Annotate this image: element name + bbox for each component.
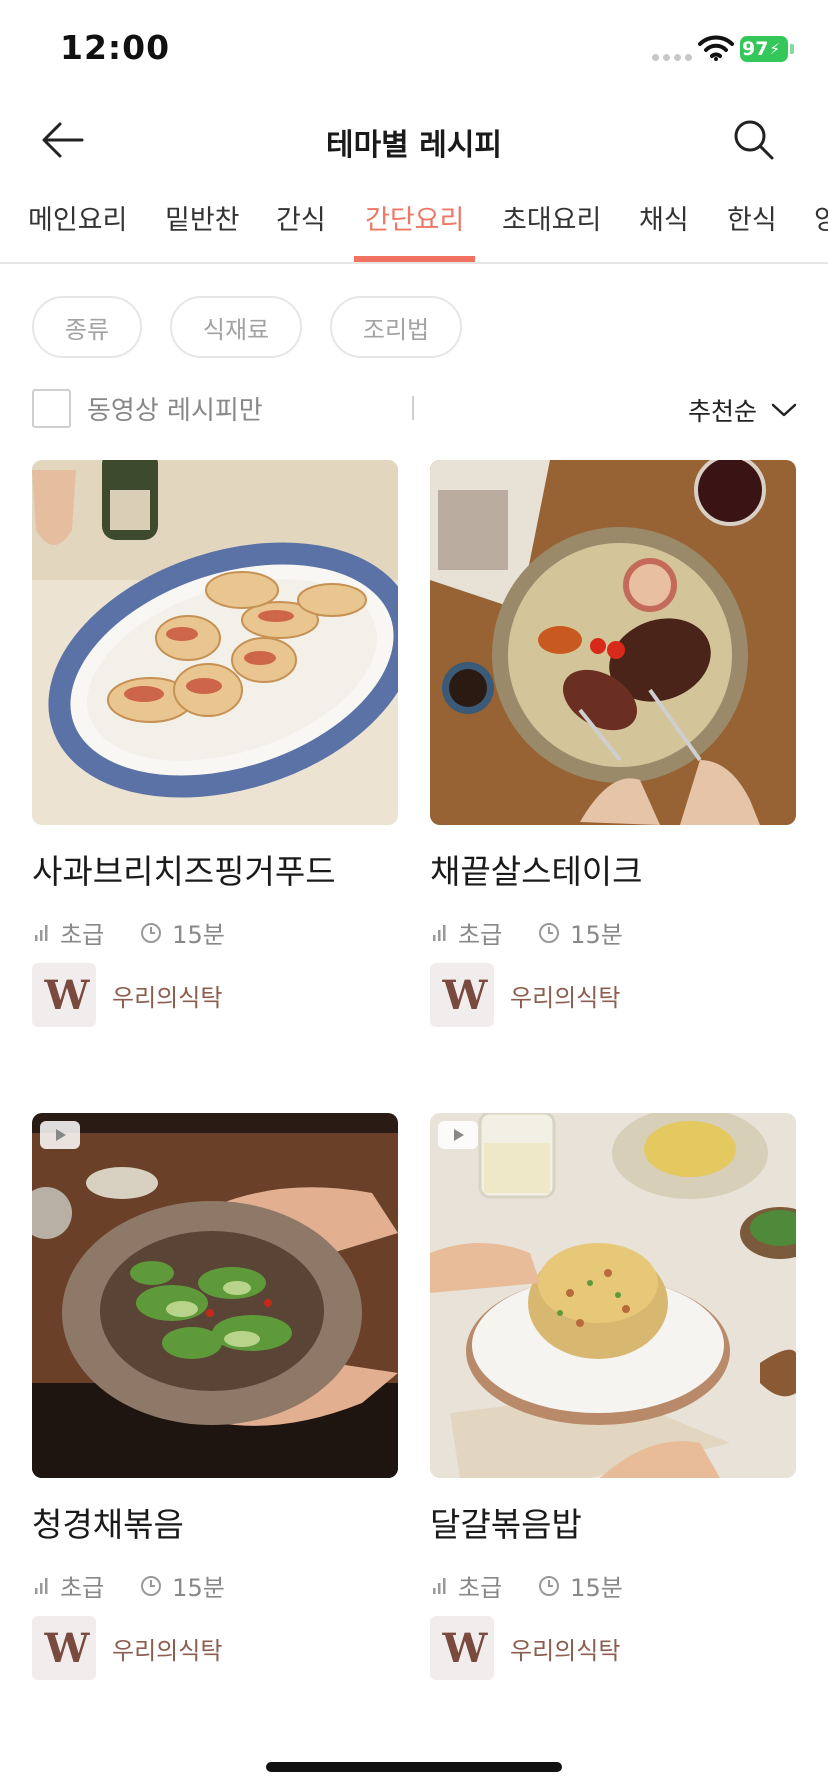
level-bars-icon — [433, 924, 446, 941]
level-bars-icon — [433, 1577, 446, 1594]
level-bars-icon — [35, 1577, 48, 1594]
recipe-meta: 초급 15분 — [34, 915, 225, 950]
tab-side-dish[interactable]: 밑반찬 — [165, 198, 240, 262]
filter-chip-ingredient[interactable]: 식재료 — [170, 296, 302, 358]
filter-chip-type[interactable]: 종류 — [32, 296, 142, 358]
video-only-label: 동영상 레시피만 — [87, 396, 263, 426]
video-badge — [40, 1121, 80, 1149]
chevron-down-icon — [771, 403, 797, 417]
home-indicator[interactable] — [266, 1762, 562, 1772]
author-logo: W — [32, 963, 96, 1027]
status-bar: 12:00 97 ⚡ — [0, 0, 828, 100]
cellular-signal-icon — [652, 54, 692, 61]
tab-vegetarian[interactable]: 채식 — [639, 198, 689, 262]
author-name: 우리의식탁 — [510, 1636, 621, 1665]
author-name: 우리의식탁 — [510, 983, 621, 1012]
page-title: 테마별 레시피 — [325, 128, 503, 163]
battery-level: 97 — [742, 38, 769, 60]
recipe-level: 초급 — [458, 1574, 503, 1602]
clock-icon — [539, 922, 560, 943]
sort-dropdown[interactable]: 추천순 — [688, 392, 797, 428]
search-icon — [734, 120, 774, 160]
filter-chips: 종류 식재료 조리법 — [32, 296, 462, 358]
recipe-photo — [430, 1113, 796, 1478]
author-logo: W — [430, 963, 494, 1027]
recipe-level: 초급 — [60, 921, 105, 949]
play-icon — [56, 1129, 66, 1141]
sort-label: 추천순 — [688, 397, 758, 426]
recipe-time: 15분 — [172, 921, 225, 949]
recipe-author[interactable]: W 우리의식탁 — [32, 963, 222, 1027]
video-badge — [438, 1121, 478, 1149]
author-name: 우리의식탁 — [112, 983, 223, 1012]
level-bars-icon — [35, 924, 48, 941]
author-name: 우리의식탁 — [112, 1636, 223, 1665]
tab-simple-dish[interactable]: 간단요리 — [365, 198, 464, 262]
recipe-time: 15분 — [570, 921, 623, 949]
active-tab-indicator — [354, 256, 475, 262]
recipe-image[interactable] — [32, 460, 398, 825]
recipe-title[interactable]: 청경채볶음 — [32, 1498, 184, 1546]
recipe-image[interactable] — [32, 1113, 398, 1478]
clock-icon — [539, 1575, 560, 1596]
wifi-icon — [698, 35, 734, 61]
recipe-image[interactable] — [430, 1113, 796, 1478]
tab-party-dish[interactable]: 초대요리 — [502, 198, 601, 262]
recipe-image[interactable] — [430, 460, 796, 825]
author-logo: W — [32, 1616, 96, 1680]
status-time: 12:00 — [60, 28, 171, 67]
recipe-photo — [430, 460, 796, 825]
recipe-author[interactable]: W 우리의식탁 — [430, 963, 620, 1027]
recipe-title[interactable]: 달걀볶음밥 — [430, 1498, 582, 1546]
filter-divider — [412, 396, 414, 420]
video-only-checkbox[interactable] — [32, 389, 71, 428]
search-button[interactable] — [730, 116, 778, 164]
recipe-level: 초급 — [458, 921, 503, 949]
recipe-time: 15분 — [172, 1574, 225, 1602]
recipe-time: 15분 — [570, 1574, 623, 1602]
clock-icon — [141, 1575, 162, 1596]
play-icon — [454, 1129, 464, 1141]
battery-cap — [790, 44, 794, 54]
tab-western[interactable]: 양 — [814, 198, 828, 262]
clock-icon — [141, 922, 162, 943]
battery-icon: 97 ⚡ — [740, 36, 788, 62]
recipe-title[interactable]: 채끝살스테이크 — [430, 845, 643, 893]
tab-korean[interactable]: 한식 — [727, 198, 777, 262]
recipe-level: 초급 — [60, 1574, 105, 1602]
recipe-title[interactable]: 사과브리치즈핑거푸드 — [32, 845, 336, 893]
video-only-toggle[interactable]: 동영상 레시피만 — [32, 389, 263, 428]
recipe-meta: 초급 15분 — [432, 1568, 623, 1603]
recipe-photo — [32, 460, 398, 825]
recipe-meta: 초급 15분 — [432, 915, 623, 950]
author-logo: W — [430, 1616, 494, 1680]
recipe-author[interactable]: W 우리의식탁 — [32, 1616, 222, 1680]
filter-chip-method[interactable]: 조리법 — [330, 296, 462, 358]
tab-snack[interactable]: 간식 — [276, 198, 326, 262]
recipe-photo — [32, 1113, 398, 1478]
category-tabs: 메인요리 밑반찬 간식 간단요리 초대요리 채식 한식 양 — [0, 180, 828, 264]
tab-main-dish[interactable]: 메인요리 — [28, 198, 127, 262]
recipe-meta: 초급 15분 — [34, 1568, 225, 1603]
recipe-author[interactable]: W 우리의식탁 — [430, 1616, 620, 1680]
header: 테마별 레시피 — [0, 100, 828, 180]
